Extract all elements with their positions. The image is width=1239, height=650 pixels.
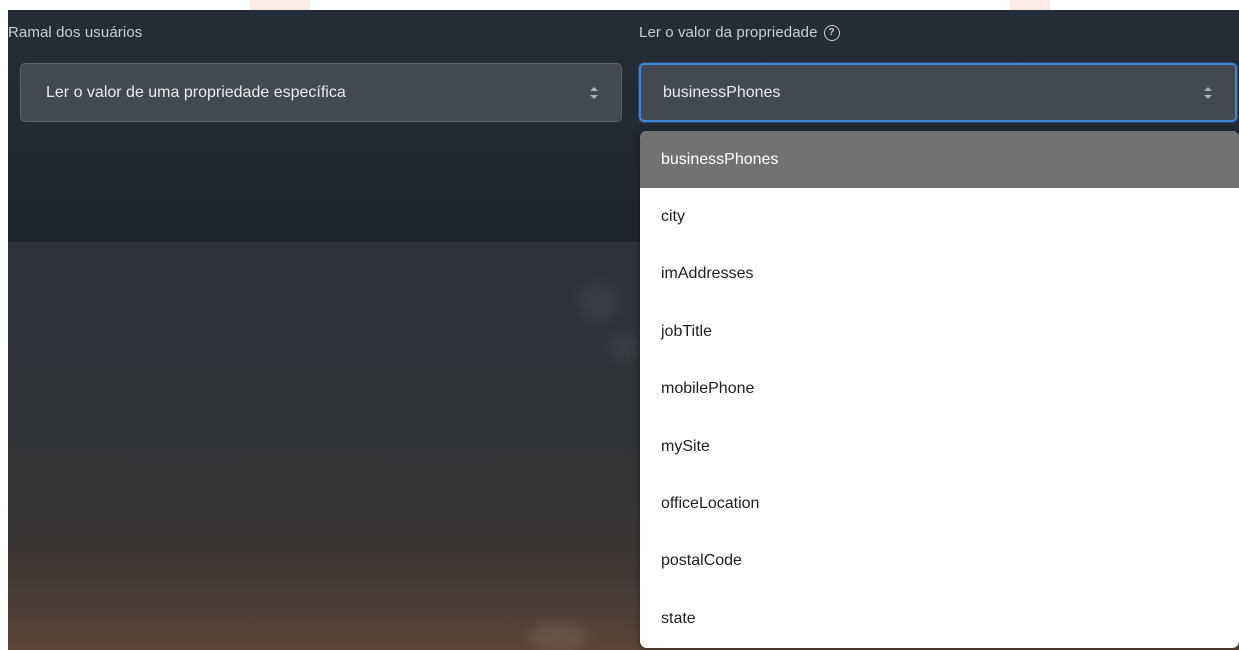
background-peek-right xyxy=(1010,0,1050,10)
read-mode-select-value: Ler o valor de uma propriedade específic… xyxy=(46,83,346,101)
dropdown-option[interactable]: postalCode xyxy=(640,533,1239,590)
property-label: Ler o valor da propriedade ? xyxy=(639,24,840,41)
property-dropdown-list: businessPhones city imAddresses jobTitle… xyxy=(640,131,1239,648)
property-select-value: businessPhones xyxy=(663,83,781,101)
dropdown-option-selected[interactable]: businessPhones xyxy=(640,131,1239,189)
dropdown-option[interactable]: city xyxy=(640,188,1239,245)
dropdown-option[interactable]: state xyxy=(640,590,1239,647)
dropdown-option[interactable]: imAddresses xyxy=(640,246,1239,303)
backdrop-glow xyxy=(528,622,588,650)
question-circle-icon[interactable]: ? xyxy=(823,24,840,41)
backdrop-glow xyxy=(608,332,638,362)
dropdown-option[interactable]: jobTitle xyxy=(640,303,1239,360)
property-select[interactable]: businessPhones xyxy=(639,63,1237,122)
backdrop-glow xyxy=(578,282,618,322)
background-peek-left xyxy=(250,0,310,10)
chevron-updown-icon xyxy=(590,86,598,99)
dropdown-option[interactable]: mobilePhone xyxy=(640,361,1239,418)
ramal-label: Ramal dos usuários xyxy=(8,24,142,41)
dropdown-option[interactable]: officeLocation xyxy=(640,475,1239,532)
read-mode-select[interactable]: Ler o valor de uma propriedade específic… xyxy=(20,63,622,122)
property-label-text: Ler o valor da propriedade xyxy=(639,24,818,41)
dropdown-option[interactable]: mySite xyxy=(640,418,1239,475)
page: Ramal dos usuários Ler o valor de uma pr… xyxy=(0,0,1239,650)
ramal-label-text: Ramal dos usuários xyxy=(8,24,143,41)
chevron-updown-icon xyxy=(1204,86,1212,99)
